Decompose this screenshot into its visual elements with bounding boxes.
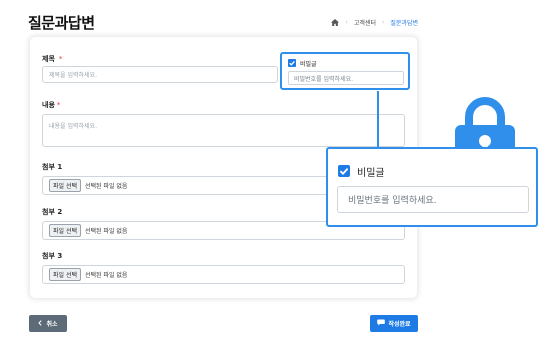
secret-post-label: 비밀글 <box>300 61 317 68</box>
breadcrumb-item-qna: 질문과답변 <box>390 20 418 27</box>
breadcrumb-separator: › <box>345 19 348 26</box>
home-icon[interactable] <box>331 19 340 26</box>
zoom-password-input[interactable]: 비밀번호를 입력하세요. <box>337 186 529 213</box>
title-label-text: 제목 <box>42 55 55 63</box>
zoom-secret-label: 비밀글 <box>357 168 385 179</box>
cancel-button[interactable]: 취소 <box>29 315 67 332</box>
title-label: 제목 * <box>42 54 62 64</box>
attachment-2-status: 선택된 파일 없음 <box>85 228 128 235</box>
content-label: 내용 * <box>42 100 60 110</box>
breadcrumb-item-support[interactable]: 고객센터 <box>354 18 376 27</box>
required-mark: * <box>56 101 61 109</box>
breadcrumb-separator: › <box>381 19 385 26</box>
attachment-1-status: 선택된 파일 없음 <box>85 183 128 190</box>
attachment-3-row: 파일 선택 선택된 파일 없음 <box>42 265 405 284</box>
chevron-left-icon <box>38 319 43 328</box>
checkbox-checked-icon[interactable] <box>288 59 296 67</box>
speech-bubble-icon <box>377 319 386 328</box>
submit-button-label: 작성완료 <box>388 321 411 328</box>
cancel-button-label: 취소 <box>46 321 58 328</box>
content-label-text: 내용 <box>42 101 55 109</box>
attachment-3-label: 첨부 3 <box>42 252 63 260</box>
title-input[interactable]: 제목을 입력하세요. <box>42 66 278 83</box>
page-title: 질문과답변 <box>28 14 95 32</box>
attachment-1-label: 첨부 1 <box>42 163 63 171</box>
attachment-3-status: 선택된 파일 없음 <box>85 272 128 279</box>
callout-connector-line <box>377 91 379 148</box>
attachment-1-file-button[interactable]: 파일 선택 <box>49 179 81 192</box>
secret-password-input[interactable]: 비밀번호를 입력하세요. <box>288 71 404 85</box>
attachment-2-label: 첨부 2 <box>42 208 63 216</box>
checkbox-checked-icon[interactable] <box>338 165 350 177</box>
secret-post-box: 비밀글 비밀번호를 입력하세요. <box>280 52 410 90</box>
submit-button[interactable]: 작성완료 <box>370 315 418 332</box>
breadcrumb: › 고객센터 › 질문과답변 <box>331 18 418 27</box>
attachment-3-file-button[interactable]: 파일 선택 <box>49 268 81 281</box>
secret-post-zoom-callout: 비밀글 비밀번호를 입력하세요. <box>326 147 538 227</box>
attachment-2-file-button[interactable]: 파일 선택 <box>49 224 81 237</box>
content-textarea[interactable]: 내용을 입력하세요. <box>42 114 405 147</box>
required-mark: * <box>58 55 63 63</box>
